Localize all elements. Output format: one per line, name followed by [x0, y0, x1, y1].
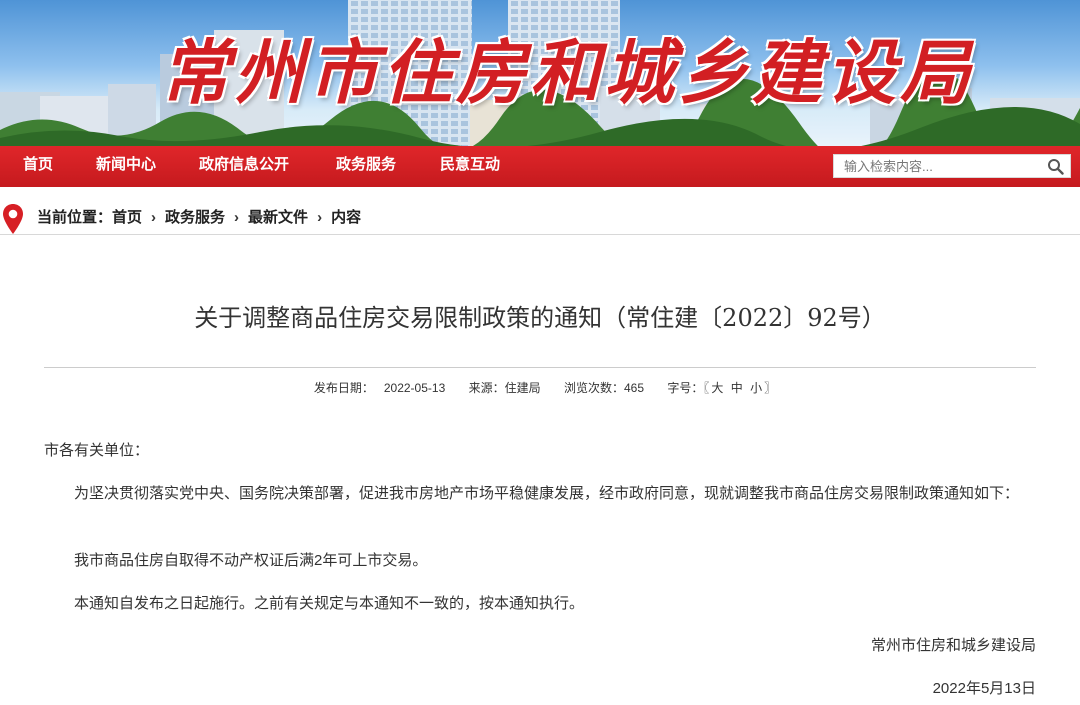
site-title: 常州市住房和城乡建设局 [160, 31, 974, 114]
nav-item-gov-info[interactable]: 政府信息公开 [199, 146, 289, 187]
article-title: 关于调整商品住房交易限制政策的通知（常住建〔2022〕92号） [194, 304, 886, 332]
meta-views-label: 浏览次数： [563, 381, 624, 395]
meta-source: 来源：住建局 [469, 381, 541, 395]
article-paragraph: 本通知自发布之日起施行。之前有关规定与本通知不一致的，按本通知执行。 [74, 595, 585, 612]
meta-font-label: 字号： [667, 381, 704, 395]
search-box [833, 154, 1071, 178]
meta-font-size: 字号：〖大 中 小〗 [667, 381, 776, 395]
meta-date: 发布日期： 2022-05-13 [304, 381, 445, 395]
article-paragraph: 我市商品住房自取得不动产权证后满2年可上市交易。 [74, 552, 428, 569]
font-bracket-open: 〖 [703, 381, 710, 395]
breadcrumb-current: 内容 [331, 209, 362, 226]
article-signature: 常州市住房和城乡建设局 [870, 637, 1036, 654]
header-banner: 常州市住房和城乡建设局 [0, 0, 1080, 146]
nav-item-home[interactable]: 首页 [23, 146, 53, 187]
article-meta: 发布日期： 2022-05-13 来源：住建局 浏览次数：465 字号：〖大 中 … [0, 378, 1080, 398]
chevron-right-icon: › [234, 209, 240, 226]
article-salutation: 市各有关单位： [44, 442, 150, 459]
meta-date-value: 2022-05-13 [383, 381, 446, 395]
breadcrumb: 当前位置：首页 › 政务服务 › 最新文件 › 内容 [37, 207, 361, 229]
nav-item-news[interactable]: 新闻中心 [96, 146, 156, 187]
meta-source-value: 住建局 [504, 381, 541, 395]
breadcrumb-home[interactable]: 首页 [112, 209, 142, 226]
location-pin-icon [3, 204, 23, 234]
meta-date-label: 发布日期： [313, 381, 374, 395]
chevron-right-icon: › [151, 209, 157, 226]
font-size-medium-link[interactable]: 中 [731, 381, 743, 395]
font-size-large-link[interactable]: 大 [711, 381, 723, 395]
meta-views: 浏览次数：465 [564, 381, 644, 395]
article-paragraph: 为坚决贯彻落实党中央、国务院决策部署，促进我市房地产市场平稳健康发展，经市政府同… [74, 485, 1020, 502]
search-input[interactable] [834, 155, 1049, 177]
meta-views-value: 465 [623, 381, 645, 395]
title-divider [44, 367, 1036, 368]
article-sign-date: 2022年5月13日 [932, 680, 1036, 697]
chevron-right-icon: › [317, 209, 323, 226]
breadcrumb-services[interactable]: 政务服务 [165, 209, 225, 226]
font-bracket-close: 〗 [764, 381, 777, 395]
nav-item-interaction[interactable]: 民意互动 [440, 146, 500, 187]
font-size-small-link[interactable]: 小 [750, 381, 762, 395]
nav-item-services[interactable]: 政务服务 [336, 146, 396, 187]
meta-source-label: 来源： [468, 381, 505, 395]
breadcrumb-prefix: 当前位置： [37, 209, 113, 226]
breadcrumb-latest-files[interactable]: 最新文件 [248, 209, 308, 226]
search-icon[interactable] [1047, 158, 1064, 175]
